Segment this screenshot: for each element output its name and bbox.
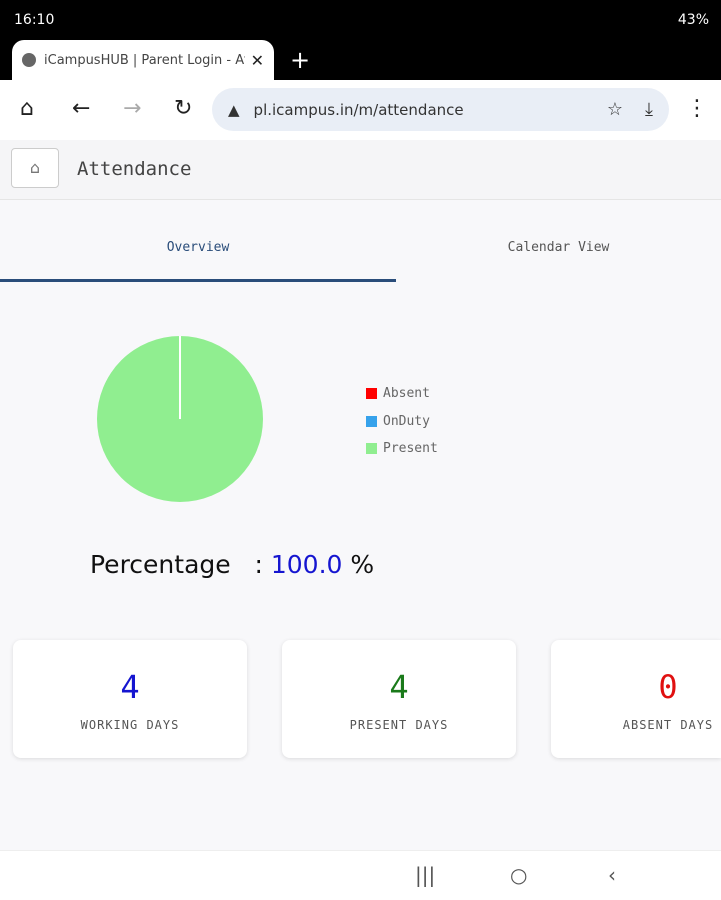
globe-icon <box>22 53 36 67</box>
android-nav-bar: ||| ○ ‹ <box>0 850 721 900</box>
battery-level: 43% <box>677 12 709 28</box>
attendance-pie-chart <box>97 336 263 502</box>
back-icon[interactable]: ← <box>72 96 90 121</box>
present-days-card: 4 PRESENT DAYS <box>282 640 516 758</box>
address-bar[interactable]: ▲ pl.icampus.in/m/attendance ☆ ⤓ <box>212 88 669 131</box>
tab-overview[interactable]: Overview <box>0 240 396 255</box>
close-tab-icon[interactable]: ✕ <box>251 51 264 70</box>
legend-swatch <box>366 415 377 427</box>
card-label: PRESENT DAYS <box>349 718 449 732</box>
home-button[interactable]: ⌂ <box>11 148 59 188</box>
home-icon: ⌂ <box>29 158 41 177</box>
tab-strip: Overview Calendar View <box>0 220 721 282</box>
legend-label: OnDuty <box>383 413 430 429</box>
legend-item[interactable]: OnDuty <box>366 408 438 436</box>
browser-tab-bar: iCampusHUB | Parent Login - Att ✕ + <box>0 40 721 80</box>
browser-toolbar: ⌂ ← → ↻ ▲ pl.icampus.in/m/attendance ☆ ⤓… <box>0 80 721 140</box>
app-header: ⌂ Attendance <box>0 140 721 200</box>
page-title: Attendance <box>77 158 192 180</box>
status-bar: 16:10 43% <box>0 0 721 40</box>
percentage-label: Percentage <box>90 550 231 579</box>
legend-swatch <box>366 443 377 455</box>
card-value: 4 <box>120 668 140 706</box>
percentage-unit: % <box>350 550 375 579</box>
chart-legend: Absent OnDuty Present <box>366 380 438 463</box>
tab-calendar-view[interactable]: Calendar View <box>396 240 721 255</box>
card-label: ABSENT DAYS <box>622 718 714 732</box>
browser-tab[interactable]: iCampusHUB | Parent Login - Att ✕ <box>12 40 274 80</box>
reload-icon[interactable]: ↻ <box>174 96 192 121</box>
working-days-card: 4 WORKING DAYS <box>13 640 247 758</box>
legend-item[interactable]: Present <box>366 435 438 463</box>
legend-label: Absent <box>383 386 430 402</box>
absent-days-card: 0 ABSENT DAYS <box>551 640 721 758</box>
back-nav-icon[interactable]: ‹ <box>608 863 616 887</box>
card-value: 0 <box>658 668 678 706</box>
active-tab-indicator <box>0 279 396 282</box>
percentage-value: 100.0 <box>270 550 343 579</box>
legend-label: Present <box>383 441 438 457</box>
forward-icon[interactable]: → <box>123 96 141 121</box>
star-icon[interactable]: ☆ <box>607 99 623 120</box>
url-text: pl.icampus.in/m/attendance <box>253 100 464 119</box>
legend-item[interactable]: Absent <box>366 380 438 408</box>
new-tab-icon[interactable]: + <box>290 46 310 74</box>
legend-swatch <box>366 388 377 400</box>
card-label: WORKING DAYS <box>80 718 180 732</box>
tab-title: iCampusHUB | Parent Login - Att <box>44 52 245 68</box>
menu-icon[interactable]: ⋮ <box>686 96 708 121</box>
card-value: 4 <box>389 668 409 706</box>
home-nav-icon[interactable]: ○ <box>510 863 527 887</box>
recent-apps-icon[interactable]: ||| <box>415 863 435 887</box>
percentage-separator: : <box>254 550 263 579</box>
download-icon[interactable]: ⤓ <box>645 99 653 120</box>
percentage-row: Percentage : 100.0 % <box>90 550 374 579</box>
warning-icon[interactable]: ▲ <box>228 101 240 119</box>
clock: 16:10 <box>14 12 55 28</box>
home-icon[interactable]: ⌂ <box>20 96 34 121</box>
